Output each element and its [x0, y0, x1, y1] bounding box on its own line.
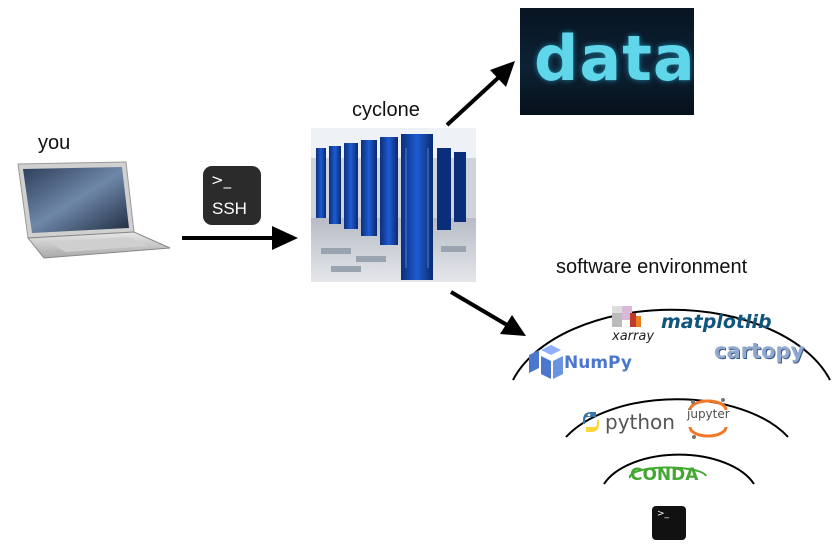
jupyter-logo-text: jupyter — [687, 407, 730, 421]
conda-logo-text: CONDA — [630, 465, 699, 485]
terminal-icon: >_ — [652, 506, 686, 540]
arrow-to-software — [449, 290, 509, 327]
arc-second — [565, 398, 789, 438]
arrow-to-data — [445, 76, 500, 127]
xarray-logo-text: xarray — [612, 329, 655, 344]
diagram-graphics — [182, 61, 831, 485]
python-logo-text: python — [605, 410, 675, 434]
arrow-to-software-head — [500, 315, 526, 336]
xarray-icon — [612, 306, 641, 327]
terminal-icon-prompt: >_ — [657, 509, 670, 519]
numpy-logo-text: NumPy — [564, 353, 632, 373]
cartopy-logo-text: cartopy — [714, 339, 805, 363]
arrow-to-cyclone-head — [272, 226, 298, 250]
numpy-icon — [529, 345, 563, 379]
matplotlib-logo-text: matplotlib — [661, 311, 772, 333]
